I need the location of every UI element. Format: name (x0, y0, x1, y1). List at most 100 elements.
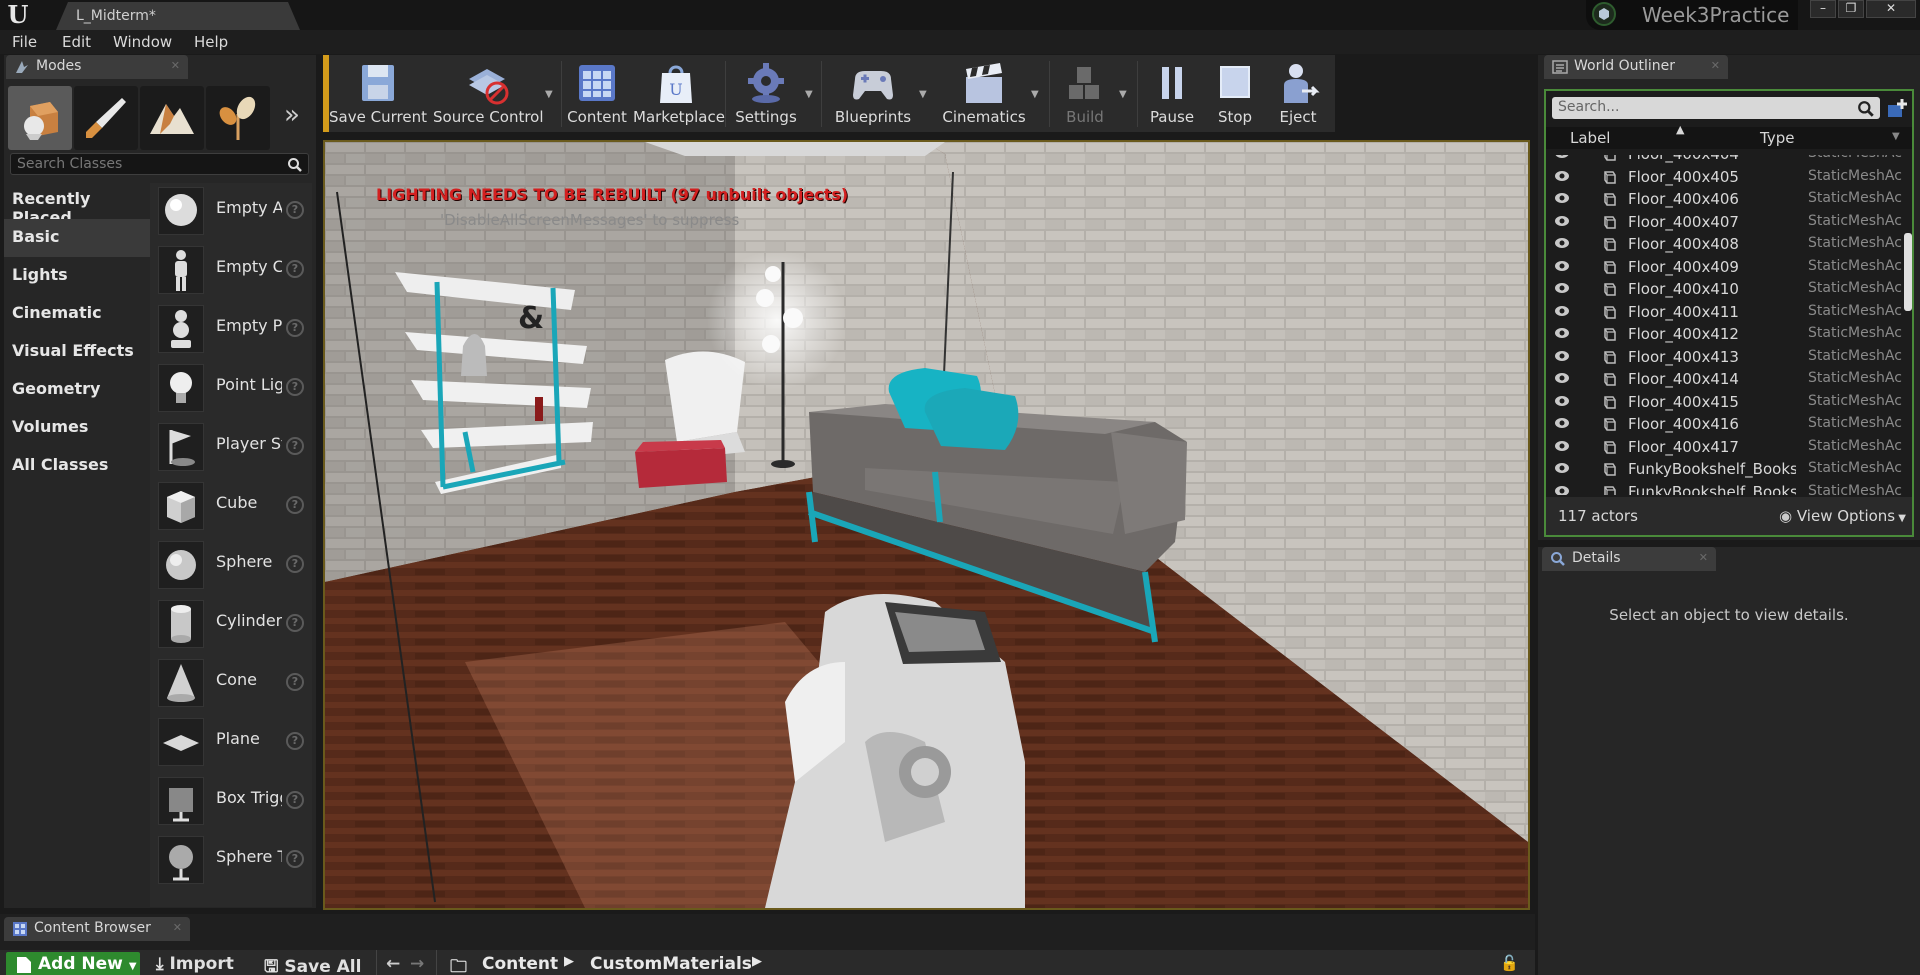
visibility-eye-icon[interactable] (1554, 214, 1570, 232)
visibility-eye-icon[interactable] (1554, 304, 1570, 322)
outliner-row[interactable]: FunkyBookshelf_Bookshelf StaticMeshActor (1546, 481, 1902, 495)
category-geometry[interactable]: Geometry (4, 371, 150, 409)
cinematics-button[interactable]: Cinematics (937, 55, 1031, 132)
category-lights[interactable]: Lights (4, 257, 150, 295)
blueprints-dropdown-icon[interactable]: ▼ (919, 89, 927, 100)
stop-button[interactable]: Stop (1207, 55, 1263, 132)
help-icon[interactable]: ? (286, 791, 304, 809)
outliner-row[interactable]: Floor_400x416 StaticMeshActor (1546, 413, 1902, 436)
outliner-row[interactable]: Floor_400x407 StaticMeshActor (1546, 211, 1902, 234)
source-control-button[interactable]: Source Control (433, 55, 544, 132)
restore-button[interactable]: ❐ (1838, 0, 1864, 18)
class-item-cylinder[interactable]: Cylinder ? (150, 596, 312, 654)
world-outliner-tab[interactable]: World Outliner ✕ (1544, 55, 1728, 79)
class-item-plane[interactable]: Plane ? (150, 714, 312, 772)
eject-button[interactable]: Eject (1267, 55, 1329, 132)
outliner-row[interactable]: Floor_400x406 StaticMeshActor (1546, 188, 1902, 211)
help-icon[interactable]: ? (286, 378, 304, 396)
view-options-button[interactable]: ◉ View Options ▼ (1779, 507, 1906, 525)
visibility-eye-icon[interactable] (1554, 416, 1570, 434)
landscape-mode-button[interactable] (140, 86, 204, 150)
visibility-eye-icon[interactable] (1554, 281, 1570, 299)
content-browser-tab[interactable]: Content Browser ✕ (4, 917, 190, 941)
help-icon[interactable]: ? (286, 673, 304, 691)
blueprints-button[interactable]: Blueprints (827, 55, 919, 132)
close-icon[interactable]: ✕ (1699, 551, 1708, 564)
label-column-header[interactable]: Label (1570, 129, 1610, 147)
class-item-point-light[interactable]: Point Light ? (150, 360, 312, 418)
category-visual-effects[interactable]: Visual Effects (4, 333, 150, 371)
type-column-header[interactable]: Type (1760, 129, 1794, 147)
class-item-empty-pawn[interactable]: Empty Pawn ? (150, 301, 312, 359)
pause-button[interactable]: Pause (1141, 55, 1203, 132)
outliner-row[interactable]: Floor_400x414 StaticMeshActor (1546, 368, 1902, 391)
outliner-row[interactable]: Floor_400x408 StaticMeshActor (1546, 233, 1902, 256)
outliner-row[interactable]: Floor_400x405 StaticMeshActor (1546, 166, 1902, 189)
visibility-eye-icon[interactable] (1554, 169, 1570, 187)
outliner-row[interactable]: FunkyBookshelf_Bookshelf StaticMeshActor (1546, 458, 1902, 481)
lock-icon[interactable]: 🔓 (1500, 954, 1519, 972)
visibility-eye-icon[interactable] (1554, 439, 1570, 457)
outliner-row[interactable]: Floor_400x413 StaticMeshActor (1546, 346, 1902, 369)
outliner-row[interactable]: Floor_400x417 StaticMeshActor (1546, 436, 1902, 459)
help-icon[interactable]: ? (286, 496, 304, 514)
settings-button[interactable]: Settings (729, 55, 803, 132)
outliner-row[interactable]: Floor_400x411 StaticMeshActor (1546, 301, 1902, 324)
help-icon[interactable]: ? (286, 319, 304, 337)
menu-help[interactable]: Help (194, 33, 228, 51)
help-icon[interactable]: ? (286, 614, 304, 632)
help-icon[interactable]: ? (286, 201, 304, 219)
class-item-cone[interactable]: Cone ? (150, 655, 312, 713)
category-recently-placed[interactable]: Recently Placed (4, 181, 150, 227)
level-viewport[interactable]: & LIGHTING NEEDS TO BE REBUILT (97 unbui… (323, 140, 1530, 910)
class-item-cube[interactable]: Cube ? (150, 478, 312, 536)
close-icon[interactable]: ✕ (173, 921, 182, 934)
visibility-eye-icon[interactable] (1554, 394, 1570, 412)
visibility-eye-icon[interactable] (1554, 461, 1570, 479)
add-actor-icon[interactable] (1884, 97, 1910, 121)
search-classes-input[interactable]: Search Classes (10, 153, 309, 175)
close-window-button[interactable]: ✕ (1866, 0, 1916, 18)
class-item-empty-character[interactable]: Empty Character ? (150, 242, 312, 300)
details-tab[interactable]: Details ✕ (1542, 547, 1716, 571)
outliner-row[interactable]: Floor_400x410 StaticMeshActor (1546, 278, 1902, 301)
back-arrow-icon[interactable]: ← (386, 954, 400, 974)
menu-window[interactable]: Window (113, 33, 172, 51)
cinematics-dropdown-icon[interactable]: ▼ (1031, 89, 1039, 100)
content-button[interactable]: Content (567, 55, 627, 132)
help-icon[interactable]: ? (286, 437, 304, 455)
visibility-eye-icon[interactable] (1554, 236, 1570, 254)
close-icon[interactable]: ✕ (171, 59, 180, 72)
save-all-button[interactable]: 🖫 Save All (264, 954, 361, 975)
category-all-classes[interactable]: All Classes (4, 447, 150, 485)
menu-edit[interactable]: Edit (62, 33, 91, 51)
build-dropdown-icon[interactable]: ▼ (1119, 89, 1127, 100)
breadcrumb-separator-icon[interactable]: ▶ (752, 954, 762, 969)
marketplace-button[interactable]: U Marketplace (633, 55, 725, 132)
place-mode-button[interactable] (8, 86, 72, 150)
outliner-search-input[interactable]: Search... (1552, 97, 1880, 119)
save-current-button[interactable]: Save Current (329, 55, 427, 132)
visibility-eye-icon[interactable] (1554, 191, 1570, 209)
close-icon[interactable]: ✕ (1711, 59, 1720, 72)
outliner-row[interactable]: Floor_400x415 StaticMeshActor (1546, 391, 1902, 414)
add-new-button[interactable]: Add New ▼ (6, 952, 140, 975)
class-item-empty-actor[interactable]: Empty Actor ? (150, 183, 312, 241)
help-icon[interactable]: ? (286, 732, 304, 750)
class-item-sphere[interactable]: Sphere ? (150, 537, 312, 595)
help-icon[interactable]: ? (286, 555, 304, 573)
settings-dropdown-icon[interactable]: ▼ (805, 89, 813, 100)
class-item-sphere-trigger[interactable]: Sphere Trigger ? (150, 832, 312, 890)
build-button[interactable]: Build (1053, 55, 1117, 132)
breadcrumb-separator-icon[interactable]: ▶ (564, 954, 574, 969)
menu-file[interactable]: File (12, 33, 37, 51)
import-button[interactable]: ⤓ Import (156, 954, 234, 974)
outliner-row[interactable]: Floor_400x409 StaticMeshActor (1546, 256, 1902, 279)
help-icon[interactable]: ? (286, 260, 304, 278)
paint-mode-button[interactable] (74, 86, 138, 150)
source-control-dropdown-icon[interactable]: ▼ (545, 89, 553, 100)
more-modes-chevron-icon[interactable]: » (284, 100, 300, 130)
forward-arrow-icon[interactable]: → (410, 954, 424, 974)
category-basic[interactable]: Basic (4, 219, 150, 257)
category-cinematic[interactable]: Cinematic (4, 295, 150, 333)
